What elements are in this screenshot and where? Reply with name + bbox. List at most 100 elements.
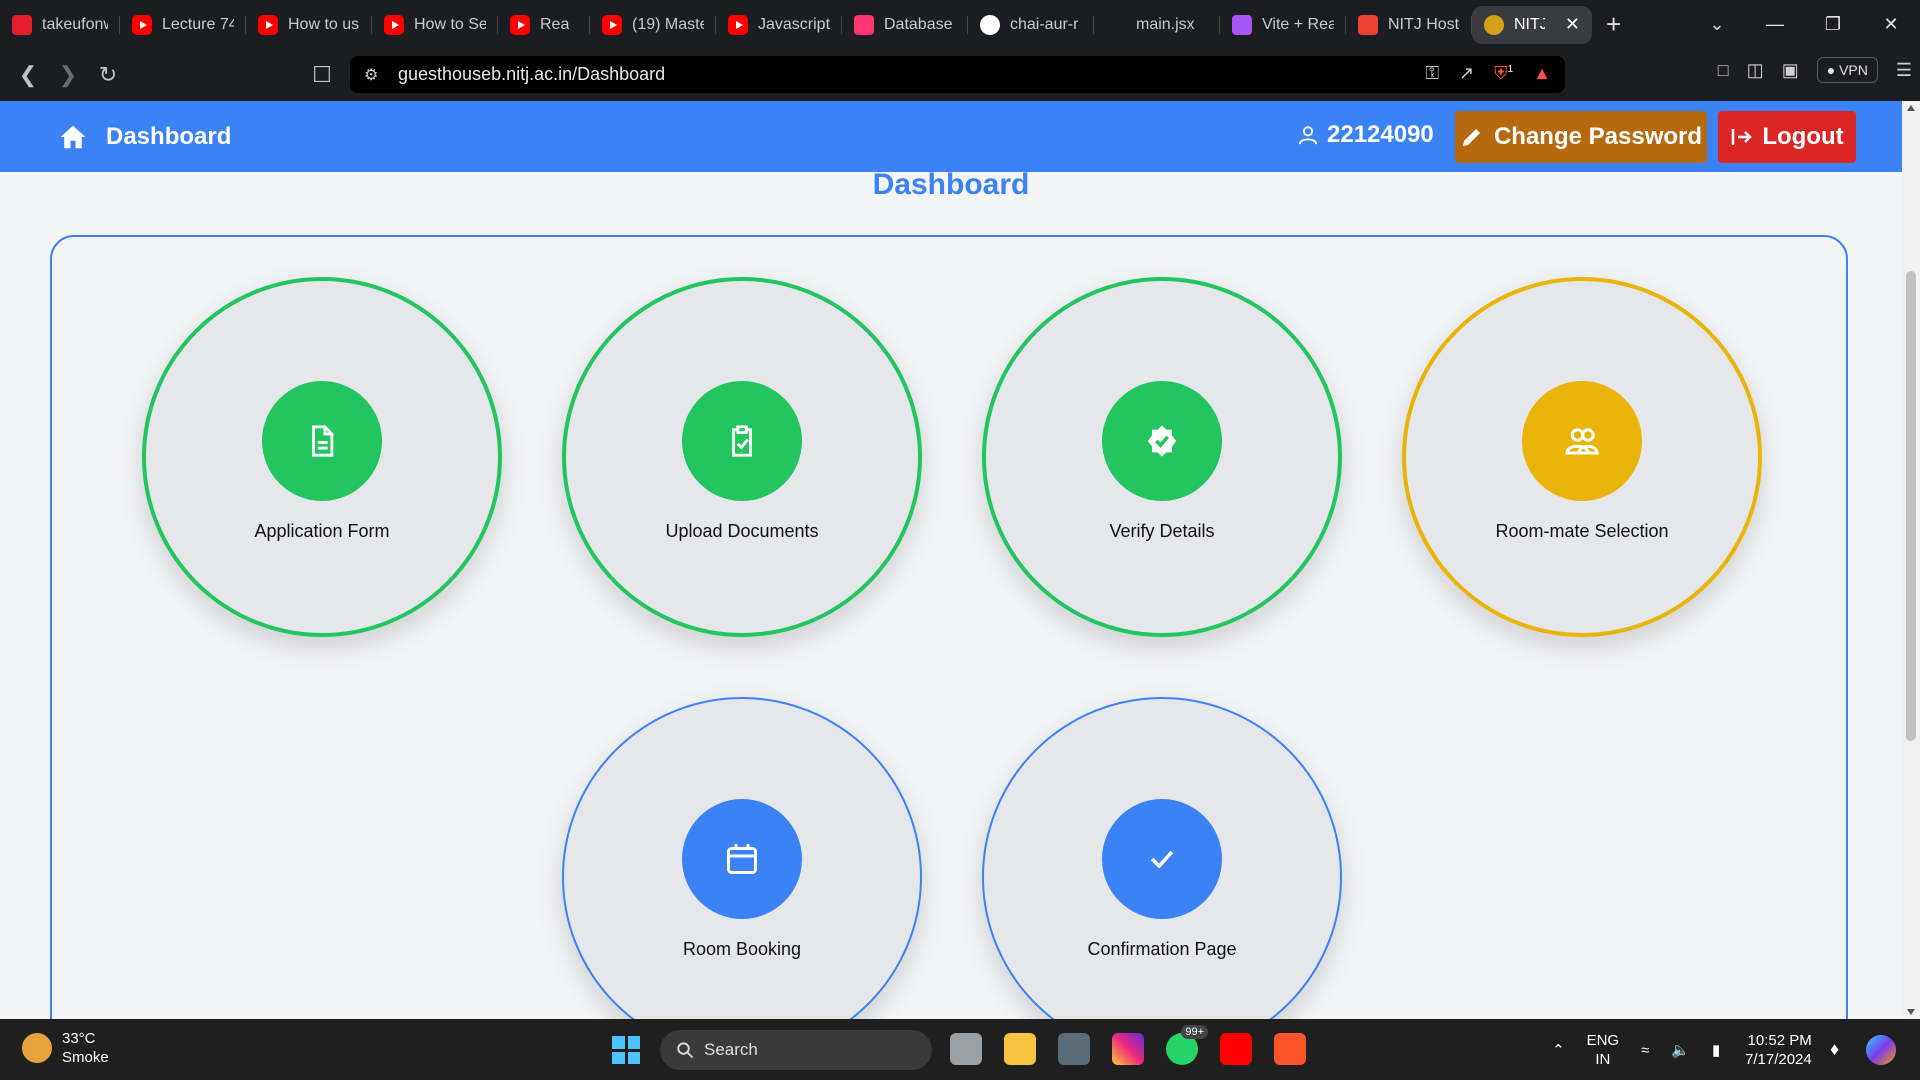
notification-icon[interactable]: ♦	[1830, 1039, 1839, 1060]
task-view-icon[interactable]	[950, 1033, 982, 1065]
app-icon[interactable]	[1058, 1033, 1090, 1065]
header-title[interactable]: Dashboard	[106, 123, 231, 151]
mute-icon[interactable]: 🔈	[1671, 1041, 1690, 1059]
back-icon[interactable]: ❮	[8, 62, 48, 88]
page-scrollbar[interactable]	[1902, 101, 1920, 1019]
bookmark-icon[interactable]: ☐	[302, 62, 342, 88]
weather-icon	[22, 1033, 52, 1063]
step-label: Verify Details	[1109, 521, 1215, 541]
step-badge	[682, 799, 802, 919]
chevron-up-icon[interactable]: ⌃	[1552, 1041, 1565, 1059]
system-tray: ⌃ ENG IN ≈ 🔈 ▮	[1552, 1031, 1720, 1069]
language-indicator[interactable]: ENG IN	[1587, 1031, 1620, 1069]
tab-title: chai-aur-r	[1010, 15, 1079, 33]
close-window-icon[interactable]: ✕	[1862, 14, 1920, 35]
scroll-up-icon[interactable]	[1907, 105, 1915, 111]
address-bar[interactable]: ⚙ guesthouseb.nitj.ac.in/Dashboard ⚿ ↗ ⛨…	[350, 56, 1565, 93]
browser-tab[interactable]: (19) Maste	[590, 0, 716, 49]
url-actions: ⚿ ↗ ⛨1 ▲	[1425, 63, 1551, 84]
menu-icon[interactable]: ☰	[1896, 60, 1912, 81]
browser-tab[interactable]: main.jsx	[1094, 0, 1220, 49]
step-application-form[interactable]: Application Form	[142, 277, 502, 637]
tab-title: NITJ Hoste	[1388, 15, 1460, 33]
copilot-icon[interactable]	[1866, 1035, 1896, 1065]
browser-tab[interactable]: NITJ | ✕	[1472, 5, 1592, 44]
brave-shield-count: 1	[1507, 64, 1514, 75]
app-header: Dashboard 22124090 Change Password Logou…	[0, 101, 1902, 172]
taskbar-search[interactable]: Search	[660, 1030, 932, 1070]
minimize-icon[interactable]: —	[1746, 14, 1804, 35]
logout-button[interactable]: Logout	[1718, 111, 1856, 163]
browser-tab[interactable]: Lecture 74	[120, 0, 246, 49]
step-confirmation-page[interactable]: Confirmation Page	[982, 697, 1342, 1057]
brave-shield-icon[interactable]: ⛨1	[1494, 63, 1513, 84]
clock[interactable]: 10:52 PM 7/17/2024	[1745, 1031, 1812, 1069]
battery-icon[interactable]: ▮	[1712, 1041, 1720, 1059]
step-verify-details[interactable]: Verify Details	[982, 277, 1342, 637]
key-icon[interactable]: ⚿	[1425, 63, 1439, 84]
tuf-icon	[12, 14, 32, 35]
browser-tab[interactable]: Database	[842, 0, 968, 49]
youtube-icon[interactable]	[1220, 1033, 1252, 1065]
brave-rewards-icon[interactable]: ▲	[1533, 63, 1551, 84]
step-badge	[682, 381, 802, 501]
vpn-label: VPN	[1839, 62, 1868, 78]
scroll-down-icon[interactable]	[1907, 1009, 1915, 1015]
wallet-icon[interactable]: ▣	[1782, 60, 1799, 81]
vpn-button[interactable]: ● VPN	[1816, 57, 1878, 83]
weather-widget[interactable]: 33°C Smoke	[22, 1029, 109, 1067]
pencil-icon	[1462, 129, 1480, 146]
browser-tab[interactable]: NITJ Hoste	[1346, 0, 1472, 49]
nitj-icon	[1484, 14, 1504, 35]
scrollbar-thumb[interactable]	[1906, 271, 1916, 741]
gmail-icon	[1358, 14, 1378, 35]
github-icon	[980, 14, 1000, 35]
browser-tab[interactable]: How to Se	[372, 0, 498, 49]
tab-title: main.jsx	[1136, 15, 1195, 33]
os-taskbar: 33°C Smoke Search 99+ ⌃ ENG IN ≈ 🔈 ▮ 10:…	[0, 1019, 1920, 1080]
youtube-icon	[258, 14, 278, 35]
page-title: Dashboard	[872, 168, 1030, 201]
user-icon	[1298, 126, 1318, 145]
tab-title: Rea	[540, 15, 570, 33]
site-settings-icon[interactable]: ⚙	[364, 65, 378, 85]
tab-close-icon[interactable]: ✕	[1565, 14, 1580, 35]
lang-primary: ENG	[1586, 1032, 1620, 1049]
step-room-booking[interactable]: Room Booking	[562, 697, 922, 1057]
home-icon[interactable]	[58, 122, 88, 152]
tab-search-icon[interactable]: ⌄	[1688, 14, 1746, 35]
weather-condition: Smoke	[62, 1049, 109, 1066]
document-icon	[312, 425, 334, 457]
sidebar-icon[interactable]: ◫	[1747, 60, 1764, 81]
step-upload-documents[interactable]: Upload Documents	[562, 277, 922, 637]
new-tab-button[interactable]: +	[1606, 9, 1621, 40]
extensions-icon[interactable]: □	[1718, 60, 1729, 81]
browser-tab[interactable]: Vite + Rea	[1220, 0, 1346, 49]
reload-icon[interactable]: ↻	[88, 62, 128, 88]
check-icon	[1150, 850, 1174, 869]
step-label: Room Booking	[682, 939, 802, 959]
restore-icon[interactable]: ❐	[1804, 14, 1862, 35]
whatsapp-icon[interactable]: 99+	[1166, 1025, 1208, 1065]
brave-icon[interactable]	[1274, 1033, 1306, 1065]
step-label: Upload Documents	[665, 521, 819, 541]
browser-tab[interactable]: Javascript	[716, 0, 842, 49]
step-badge	[1522, 381, 1642, 501]
step-badge	[262, 381, 382, 501]
change-password-button[interactable]: Change Password	[1455, 111, 1707, 163]
youtube-icon	[728, 14, 748, 35]
forward-icon[interactable]: ❯	[48, 62, 88, 88]
browser-tab-strip: takeufonw Lecture 74 How to us How to Se Rea…	[0, 0, 1920, 49]
browser-tab[interactable]: Rea	[498, 0, 590, 49]
step-roommate-selection[interactable]: Room-mate Selection	[1402, 277, 1762, 637]
browser-tab[interactable]: takeufonw	[0, 0, 120, 49]
share-icon[interactable]: ↗	[1459, 63, 1474, 84]
browser-tab[interactable]: chai-aur-r	[968, 0, 1094, 49]
browser-tab[interactable]: How to us	[246, 0, 372, 49]
file-explorer-icon[interactable]	[1004, 1033, 1036, 1065]
browser-toolbar: ❮ ❯ ↻ ☐ ⚙ guesthouseb.nitj.ac.in/Dashboa…	[0, 49, 1920, 101]
windows-start-icon[interactable]	[612, 1036, 640, 1064]
instagram-icon[interactable]	[1112, 1033, 1144, 1065]
wifi-icon[interactable]: ≈	[1641, 1042, 1649, 1059]
tab-title: Database	[884, 15, 953, 33]
